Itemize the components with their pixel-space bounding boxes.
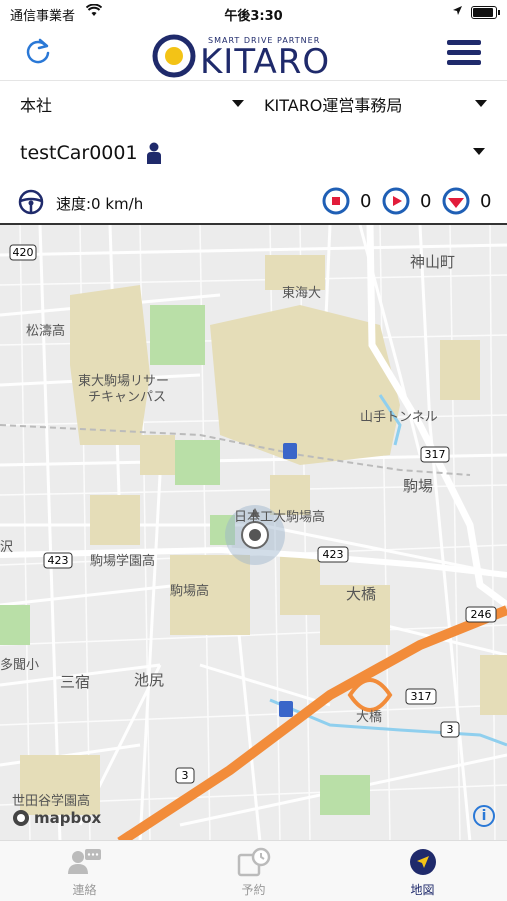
map-label: 東大駒場リサー — [78, 373, 169, 389]
map-label: 東海大 — [282, 285, 321, 301]
chat-person-icon — [68, 849, 101, 874]
vehicle-select[interactable]: testCar0001 — [0, 130, 507, 176]
route-shield: 423 — [48, 554, 69, 567]
speed-text: 速度:0 km/h — [56, 195, 144, 213]
tab-bar: 連絡 予約 地図 — [0, 840, 507, 901]
map-label: 松濤高 — [26, 323, 65, 339]
map-label: 駒場 — [403, 477, 433, 495]
refresh-icon — [26, 38, 50, 64]
mapbox-label: mapbox — [34, 809, 102, 827]
logo-text: KITARO — [200, 42, 330, 78]
branch-select[interactable]: 本社 — [20, 82, 244, 126]
map-view[interactable]: 420 317 423 423 246 317 3 3 神山町 東海大 松濤高 … — [0, 223, 507, 840]
map-label: 沢 — [0, 540, 13, 555]
map-label: 日本工大駒場高 — [234, 509, 325, 525]
map-label: 山手トンネル — [360, 410, 438, 425]
selector-row: 本社 KITARO運営事務局 — [0, 82, 507, 126]
route-shield: 246 — [471, 608, 492, 621]
menu-button[interactable] — [447, 40, 481, 66]
battery-icon — [471, 6, 500, 19]
alert-counter: 0 — [442, 187, 491, 215]
route-shield: 317 — [425, 448, 446, 461]
route-shield: 420 — [13, 246, 34, 259]
route-shield: 423 — [323, 548, 344, 561]
tab-label: 予約 — [241, 883, 266, 897]
map-label: 駒場高 — [170, 583, 209, 599]
map-label: 大橋 — [346, 585, 376, 603]
navigation-icon — [410, 849, 436, 875]
vehicle-name: testCar0001 — [20, 142, 138, 164]
map-label: 三宿 — [60, 673, 90, 691]
alert-count: 0 — [480, 190, 492, 212]
play-counter: 0 — [382, 187, 431, 215]
office-select[interactable]: KITARO運営事務局 — [264, 82, 487, 126]
map-label: 大橋 — [356, 710, 382, 725]
map-label: 世田谷学園高 — [12, 793, 90, 809]
app-header: SMART DRIVE PARTNER KITARO — [0, 26, 507, 82]
hamburger-icon-bar — [447, 50, 481, 55]
map-label: 神山町 — [410, 253, 455, 271]
stop-count: 0 — [360, 190, 372, 212]
person-icon — [146, 142, 162, 170]
status-bar: 通信事業者 午後3:30 — [0, 0, 507, 26]
mapbox-attribution[interactable]: mapbox — [12, 809, 101, 827]
chevron-down-icon — [473, 148, 485, 155]
route-shield: 317 — [411, 690, 432, 703]
status-info-row: 速度:0 km/h 0 0 0 — [0, 183, 507, 223]
map-label: 駒場学園高 — [90, 553, 155, 569]
map-label: 池尻 — [134, 671, 164, 689]
tab-contact[interactable]: 連絡 — [0, 841, 169, 901]
office-value: KITARO運営事務局 — [264, 96, 403, 115]
steering-wheel-icon — [18, 189, 44, 219]
mapbox-logo-icon — [13, 810, 29, 826]
tab-label: 連絡 — [72, 883, 97, 897]
play-icon — [382, 187, 410, 215]
chevron-down-icon — [475, 100, 487, 107]
clock: 午後3:30 — [224, 9, 283, 24]
route-shield: 3 — [182, 769, 189, 782]
stop-icon — [322, 187, 350, 215]
route-shield: 3 — [447, 723, 454, 736]
info-icon: i — [481, 808, 487, 824]
tab-label: 地図 — [410, 883, 435, 897]
alert-icon — [442, 187, 470, 215]
map-label: 多聞小 — [0, 657, 39, 673]
hamburger-icon-bar — [447, 40, 481, 45]
calendar-clock-icon — [237, 847, 271, 877]
map-info-button[interactable]: i — [473, 805, 495, 827]
map-canvas[interactable]: 420 317 423 423 246 317 3 3 神山町 東海大 松濤高 … — [0, 225, 507, 840]
kitaro-logo: SMART DRIVE PARTNER KITARO — [150, 30, 360, 82]
map-label: チキャンパス — [88, 390, 166, 405]
play-count: 0 — [420, 190, 432, 212]
stop-counter: 0 — [322, 187, 371, 215]
location-arrow-icon — [452, 5, 463, 20]
tab-reservation[interactable]: 予約 — [169, 841, 338, 901]
chevron-down-icon — [232, 100, 244, 107]
hamburger-icon-bar — [447, 60, 481, 65]
branch-value: 本社 — [20, 96, 53, 115]
tab-map[interactable]: 地図 — [338, 841, 507, 901]
refresh-button[interactable] — [22, 36, 54, 68]
